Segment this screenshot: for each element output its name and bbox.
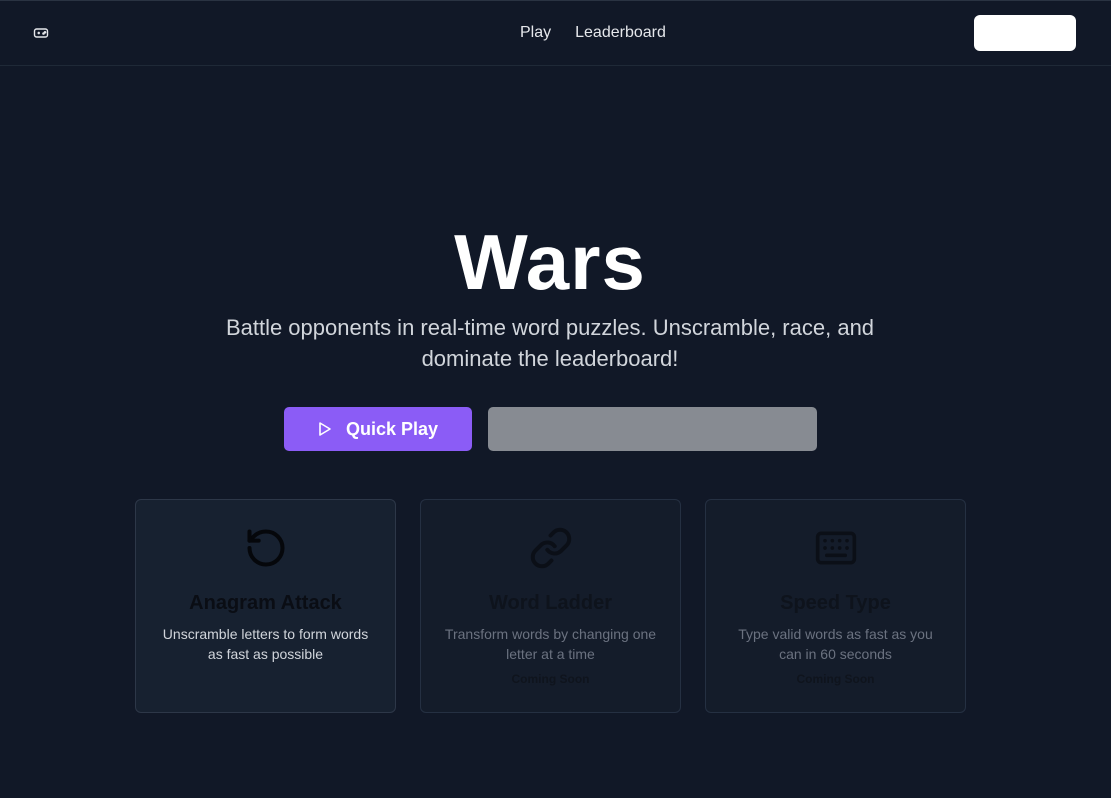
quick-play-button[interactable]: Quick Play (284, 407, 472, 451)
secondary-play-button[interactable] (488, 407, 817, 451)
mode-title: Anagram Attack (189, 592, 342, 614)
mode-description: Unscramble letters to form words as fast… (162, 626, 369, 662)
top-nav: Play Leaderboard (0, 1, 1111, 66)
mode-title: Word Ladder (489, 592, 612, 614)
main-nav: Play Leaderboard (520, 23, 666, 43)
nav-link-play[interactable]: Play (520, 23, 551, 43)
hero-title: Wars (454, 218, 646, 306)
mode-description: Transform words by changing one letter a… (444, 626, 657, 662)
mode-card-anagram-attack[interactable]: Anagram Attack Unscramble letters to for… (135, 499, 396, 713)
nav-link-leaderboard[interactable]: Leaderboard (575, 23, 666, 43)
hero-subtitle: Battle opponents in real-time word puzzl… (225, 315, 875, 371)
quick-play-label: Quick Play (345, 418, 439, 439)
mode-title: Speed Type (780, 592, 891, 614)
coming-soon-badge: Coming Soon (796, 672, 875, 686)
rotate-ccw-icon (136, 526, 395, 570)
page: Play Leaderboard Wars Battle opponents i… (0, 0, 1111, 798)
mode-card-speed-type: Speed Type Type valid words as fast as y… (705, 499, 966, 713)
keyboard-icon (706, 526, 965, 570)
play-icon (318, 421, 332, 437)
mode-card-word-ladder: Word Ladder Transform words by changing … (420, 499, 681, 713)
account-button[interactable] (974, 15, 1076, 51)
coming-soon-badge: Coming Soon (511, 672, 590, 686)
link-icon (421, 526, 680, 570)
gamepad-icon[interactable] (33, 26, 49, 40)
mode-description: Type valid words as fast as you can in 6… (738, 626, 933, 662)
